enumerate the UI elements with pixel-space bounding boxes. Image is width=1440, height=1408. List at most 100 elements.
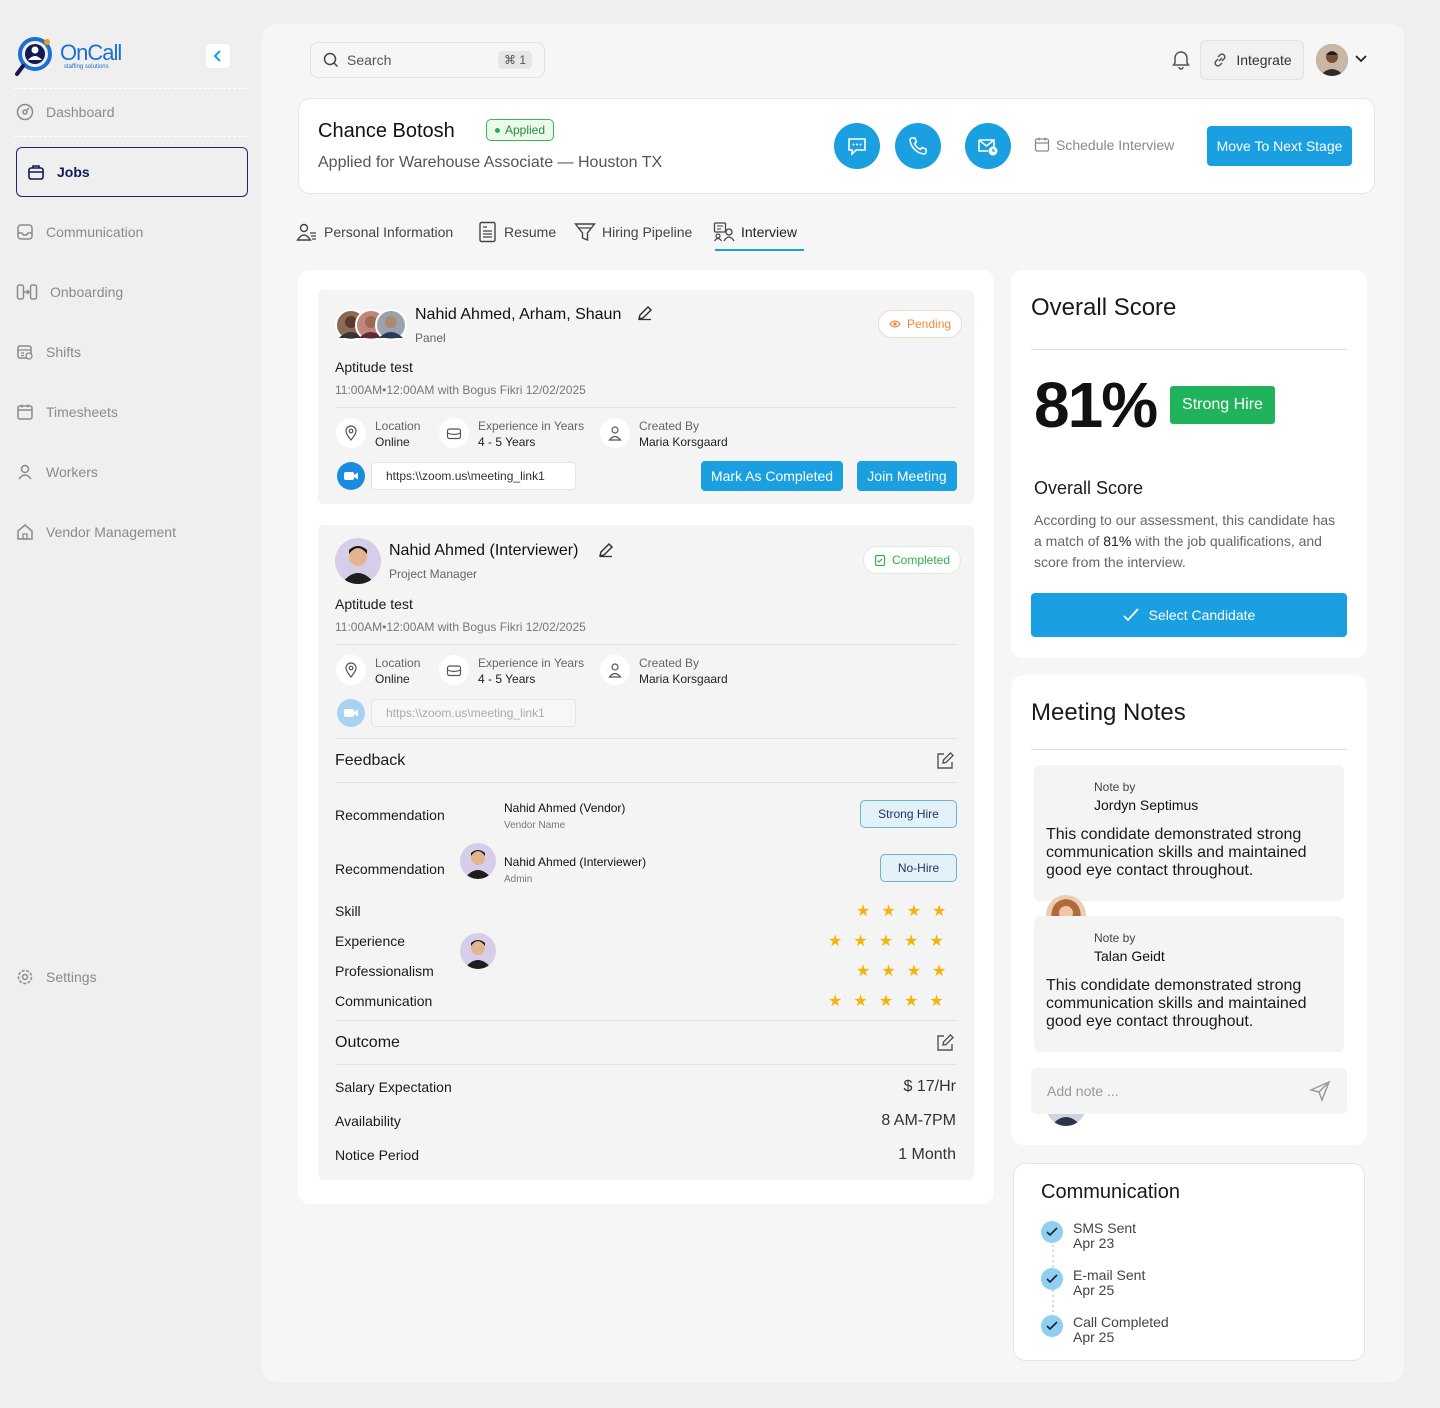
- chevron-down-icon[interactable]: [1354, 52, 1368, 71]
- candidate-name: Chance Botosh: [318, 120, 455, 142]
- experience-value: 4 - 5 Years: [478, 672, 536, 686]
- sidebar-item-workers[interactable]: Workers: [16, 447, 248, 497]
- search-placeholder: Search: [347, 52, 392, 68]
- tab-resume[interactable]: Resume: [478, 220, 556, 244]
- check-icon: [1123, 608, 1139, 622]
- check-circle-icon: [1041, 1315, 1063, 1337]
- chevron-left-icon: [213, 50, 221, 62]
- interviewer-name: Nahid Ahmed (Interviewer): [389, 542, 579, 559]
- meeting-link[interactable]: https:\\zoom.us\meeting_link1: [371, 462, 576, 490]
- message-button[interactable]: [834, 123, 880, 169]
- person-icon: [600, 418, 630, 448]
- sidebar-item-communication[interactable]: Communication: [16, 207, 248, 257]
- shifts-icon: [17, 345, 33, 360]
- sidebar-item-vendor-management[interactable]: Vendor Management: [16, 507, 248, 557]
- video-camera-icon: [337, 462, 365, 490]
- edit-feedback-icon[interactable]: [935, 751, 955, 776]
- active-tab-indicator: [715, 249, 804, 251]
- send-icon[interactable]: [1309, 1080, 1331, 1102]
- user-avatar[interactable]: [1316, 44, 1348, 76]
- recommendation-label: Recommendation: [335, 861, 445, 877]
- add-note-placeholder: Add note ...: [1047, 1083, 1119, 1099]
- divider: [335, 738, 957, 739]
- select-candidate-button[interactable]: Select Candidate: [1031, 593, 1347, 637]
- location-icon: [336, 655, 366, 685]
- sidebar-item-label: Shifts: [46, 344, 82, 360]
- schedule-interview-label: Schedule Interview: [1056, 137, 1175, 153]
- sidebar-item-label: Timesheets: [46, 404, 118, 420]
- check-circle-icon: [1041, 1268, 1063, 1290]
- rating-label: Experience: [335, 933, 406, 949]
- outcome-value: 8 AM-7PM: [881, 1112, 956, 1129]
- sidebar-item-timesheets[interactable]: Timesheets: [16, 387, 248, 437]
- eye-icon: [889, 320, 901, 328]
- note-by-label: Note by: [1094, 931, 1136, 945]
- interview-title: Aptitude test: [335, 359, 413, 375]
- email-schedule-button[interactable]: [965, 123, 1011, 169]
- outcome-label: Salary Expectation: [335, 1079, 452, 1095]
- divider: [335, 407, 957, 408]
- created-by-value: Maria Korsgaard: [639, 435, 728, 449]
- document-icon: [479, 221, 496, 243]
- sidebar-item-label: Onboarding: [50, 284, 124, 300]
- tab-personal-information[interactable]: Personal Information: [296, 220, 453, 244]
- schedule-interview-button[interactable]: Schedule Interview: [1034, 136, 1174, 154]
- call-button[interactable]: [895, 123, 941, 169]
- interviewer-role: Panel: [415, 331, 446, 345]
- communication-date: Apr 23: [1073, 1235, 1115, 1251]
- search-shortcut: ⌘ 1: [497, 51, 532, 69]
- video-camera-icon: [337, 699, 365, 727]
- rating-label: Communication: [335, 993, 433, 1009]
- check-circle-icon: [1041, 1221, 1063, 1243]
- panel-avatars: [335, 308, 407, 342]
- sidebar-item-onboarding[interactable]: Onboarding: [16, 267, 248, 317]
- meeting-link-disabled: https:\\zoom.us\meeting_link1: [371, 699, 576, 727]
- location-label: Location: [375, 419, 421, 433]
- edit-icon[interactable]: [598, 542, 614, 563]
- recommender-name: Nahid Ahmed (Vendor): [504, 801, 626, 815]
- created-by-value: Maria Korsgaard: [639, 672, 728, 686]
- user-card-icon: [296, 223, 316, 241]
- sidebar-item-label: Workers: [46, 464, 98, 480]
- collapse-sidebar-button[interactable]: [206, 44, 230, 68]
- avatar: [460, 843, 496, 879]
- star-rating: ★★★★: [856, 963, 958, 980]
- sidebar-item-settings[interactable]: Settings: [16, 952, 248, 1002]
- status-label: Pending: [907, 317, 952, 331]
- user-icon: [18, 464, 32, 480]
- sidebar-item-jobs[interactable]: Jobs: [16, 147, 248, 197]
- join-meeting-button[interactable]: Join Meeting: [857, 461, 957, 491]
- recommender-role: Vendor Name: [504, 820, 566, 831]
- select-candidate-label: Select Candidate: [1148, 607, 1256, 623]
- edit-outcome-icon[interactable]: [935, 1033, 955, 1058]
- notification-bell-icon[interactable]: [1170, 48, 1192, 75]
- briefcase-icon: [439, 418, 469, 448]
- divider: [335, 644, 957, 645]
- sidebar-item-shifts[interactable]: Shifts: [16, 327, 248, 377]
- add-note-input[interactable]: Add note ...: [1031, 1068, 1347, 1114]
- completed-badge: Completed: [863, 546, 962, 574]
- outcome-label: Notice Period: [335, 1147, 420, 1163]
- mark-as-completed-button[interactable]: Mark As Completed: [701, 461, 843, 491]
- briefcase-icon: [28, 165, 44, 180]
- outcome-value: $ 17/Hr: [903, 1078, 956, 1095]
- interview-title: Aptitude test: [335, 596, 413, 612]
- edit-icon[interactable]: [637, 305, 653, 326]
- communication-title: Communication: [1041, 1181, 1180, 1203]
- recommendation-badge: Strong Hire: [860, 800, 957, 828]
- tab-interview[interactable]: Interview: [713, 220, 797, 244]
- tab-hiring-pipeline[interactable]: Hiring Pipeline: [574, 220, 692, 244]
- rating-label: Skill: [335, 903, 361, 919]
- overall-score-title: Overall Score: [1031, 294, 1177, 321]
- move-to-next-stage-button[interactable]: Move To Next Stage: [1207, 126, 1352, 166]
- chat-icon: [848, 138, 866, 156]
- sidebar-item-label: Vendor Management: [46, 524, 176, 540]
- integrate-button[interactable]: Integrate: [1200, 40, 1304, 80]
- outcome-label: Availability: [335, 1113, 401, 1129]
- interviewer-name: Nahid Ahmed, Arham, Shaun: [415, 306, 622, 323]
- brand-tagline: staffing solutions: [64, 64, 109, 70]
- search-input[interactable]: Search ⌘ 1: [310, 42, 545, 78]
- rating-label: Professionalism: [335, 963, 434, 979]
- sidebar-item-dashboard[interactable]: Dashboard: [16, 87, 248, 137]
- score-subtitle: Overall Score: [1034, 478, 1144, 498]
